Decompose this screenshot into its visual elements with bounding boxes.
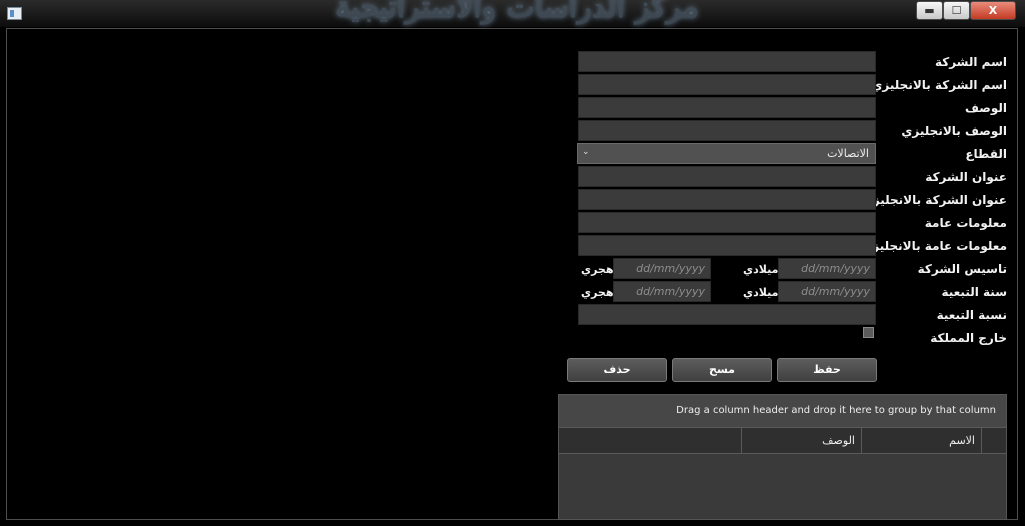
column-header-description[interactable]: الوصف [741,428,861,453]
grid-header-row: الاسم الوصف [559,427,1006,454]
label-company-name: اسم الشركة [934,55,1007,69]
label-description-en: الوصف بالانجليزي [901,124,1007,138]
sector-select[interactable]: ⌄ الاتصالات [577,143,876,164]
maximize-button[interactable]: ☐ [943,1,970,20]
label-company-name-en: اسم الشركة بالانجليزي [871,78,1007,92]
founding-hijri-label: هجري [581,263,614,276]
company-name-input[interactable] [578,51,876,72]
outside-kingdom-checkbox[interactable] [863,327,874,338]
company-address-en-input[interactable] [578,189,876,210]
founding-gregorian-label: ميلادي [743,263,779,276]
label-description: الوصف [964,101,1007,115]
column-header-name[interactable]: الاسم [861,428,981,453]
clear-button[interactable]: مسح [672,358,772,382]
affiliation-hijri-label: هجري [581,286,614,299]
founding-hijri-date[interactable]: dd/mm/yyyy [613,258,711,279]
founding-gregorian-date[interactable]: dd/mm/yyyy [778,258,876,279]
label-general-info-en: معلومات عامة بالانجليزية [860,239,1007,253]
row-indicator-header [981,428,1006,453]
close-button[interactable]: X [970,1,1016,20]
sector-selected-value: الاتصالات [827,147,869,160]
group-by-panel[interactable]: Drag a column header and drop it here to… [559,395,1006,427]
data-grid: Drag a column header and drop it here to… [558,394,1007,520]
label-company-address-en: عنوان الشركة بالانجليزية [860,193,1007,207]
description-en-input[interactable] [578,120,876,141]
app-icon [7,7,22,20]
chevron-down-icon: ⌄ [582,147,590,157]
affiliation-gregorian-date[interactable]: dd/mm/yyyy [778,281,876,302]
affiliation-hijri-date[interactable]: dd/mm/yyyy [613,281,711,302]
label-affiliation-percent: نسبة التبعية [936,308,1007,322]
affiliation-gregorian-label: ميلادي [743,286,779,299]
title-bar: مركز الدراسات والاستراتيجية ▬ ☐ X [0,0,1025,27]
description-input[interactable] [578,97,876,118]
window-title-banner: مركز الدراسات والاستراتيجية [335,0,699,25]
label-affiliation-year: سنة التبعية [941,285,1007,299]
affiliation-percent-input[interactable] [578,304,876,325]
label-general-info: معلومات عامة [924,216,1007,230]
label-company-address: عنوان الشركة [925,170,1007,184]
minimize-button[interactable]: ▬ [916,1,943,20]
general-info-input[interactable] [578,212,876,233]
label-sector: القطاع [965,147,1007,161]
label-founding: تاسيس الشركة [917,262,1007,276]
company-address-input[interactable] [578,166,876,187]
label-outside-kingdom: خارج المملكة [930,331,1007,345]
delete-button[interactable]: حذف [567,358,667,382]
company-name-en-input[interactable] [578,74,876,95]
save-button[interactable]: حفظ [777,358,877,382]
general-info-en-input[interactable] [578,235,876,256]
